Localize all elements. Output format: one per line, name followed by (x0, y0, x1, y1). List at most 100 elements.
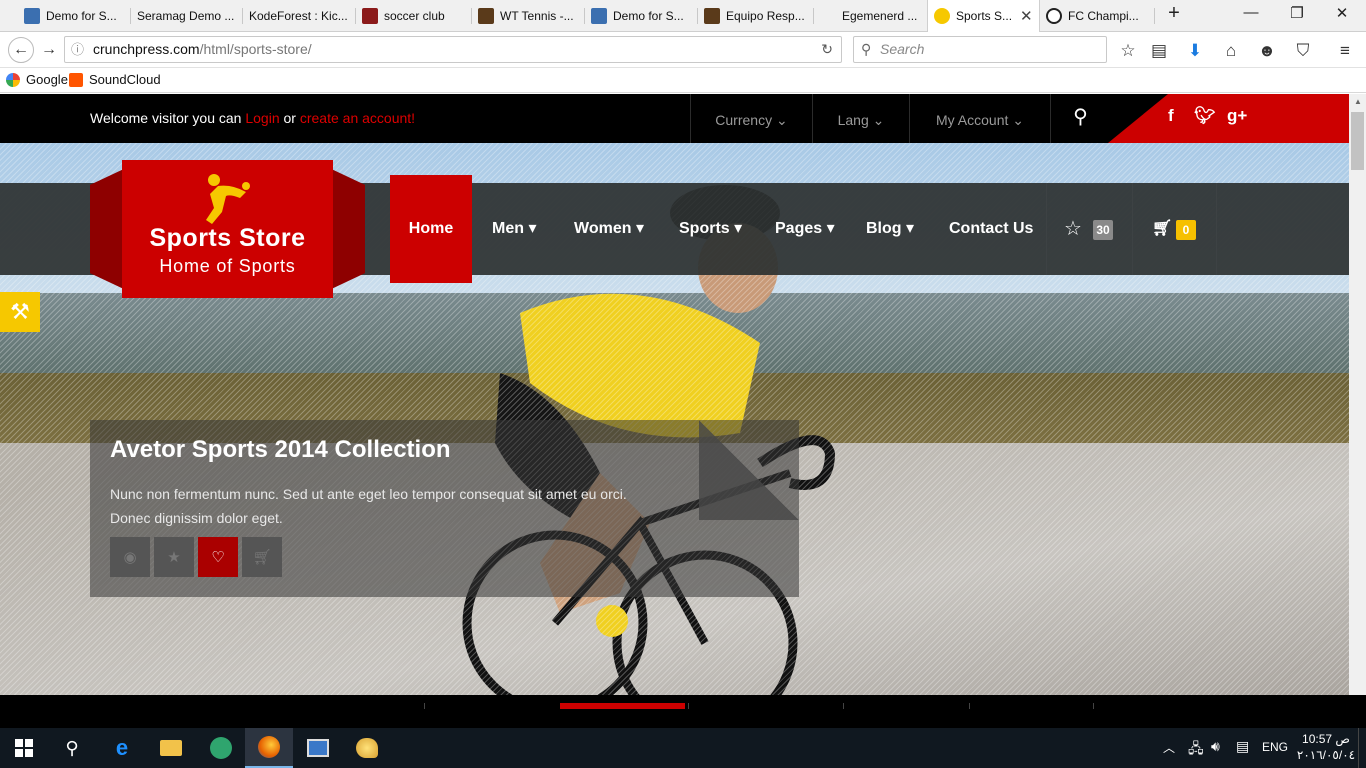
style-switcher-button[interactable]: ⚒ (0, 292, 40, 332)
window-close-button[interactable]: ✕ (1327, 4, 1357, 22)
facebook-icon[interactable]: f (1168, 106, 1174, 126)
my-account-dropdown[interactable]: My Account ⌄ (909, 94, 1050, 143)
wishlist-button[interactable]: ☆ (1064, 183, 1082, 275)
my-account-label: My Account (936, 112, 1009, 128)
browser-tab[interactable]: Equipo Resp... (698, 0, 814, 32)
forward-button[interactable]: → (36, 37, 62, 63)
site-search-button[interactable]: ⚲ (1050, 94, 1110, 143)
reading-list-icon[interactable]: ▤ (1148, 40, 1170, 62)
arrow-right-icon: → (41, 41, 57, 58)
tray-expand-icon[interactable]: ︿ (1163, 739, 1175, 756)
welcome-message: Welcome visitor you can Login or create … (90, 110, 415, 126)
reload-icon[interactable]: ↻ (821, 37, 833, 62)
create-account-link[interactable]: create an account! (300, 110, 415, 126)
close-icon[interactable]: ✕ (1020, 7, 1033, 25)
login-link[interactable]: Login (245, 110, 279, 126)
slider-tick[interactable] (424, 703, 425, 709)
page-scrollbar[interactable]: ▲ (1349, 94, 1366, 695)
rate-button[interactable]: ★ (154, 537, 194, 577)
nav-contact-us[interactable]: Contact Us (949, 183, 1033, 275)
taskbar-search-button[interactable]: ⚲ (48, 728, 96, 768)
address-bar[interactable]: ⓘ crunchpress.com/html/sports-store/ ↻ (64, 36, 842, 63)
volume-icon[interactable]: 🔊︎ (1211, 738, 1220, 755)
browser-tab[interactable]: WT Tennis -... (472, 0, 585, 32)
tools-icon: ⚒ (10, 299, 30, 324)
browser-tab[interactable]: FC Champi... (1040, 0, 1155, 32)
heart-icon: ♡ (211, 549, 225, 566)
nav-pages[interactable]: Pages ▾ (775, 183, 835, 275)
clock-date: ٢٠١٦/٠٥/٠٤ (1296, 748, 1356, 762)
windows-logo-icon (15, 739, 33, 757)
site-logo[interactable]: Sports Store Home of Sports (90, 160, 365, 298)
scroll-up-icon[interactable]: ▲ (1354, 97, 1362, 106)
nav-label: Women (574, 220, 632, 237)
site-favicon-icon (934, 8, 950, 24)
site-favicon-icon (478, 8, 494, 24)
browser-tab[interactable]: KodeForest : Kic... (243, 0, 356, 32)
app-button[interactable] (294, 728, 342, 768)
new-tab-button[interactable]: + (1159, 2, 1189, 25)
minimize-button[interactable]: — (1236, 4, 1266, 21)
slide-text: Nunc non fermentum nunc. Sed ut ante ege… (110, 486, 627, 526)
search-icon: ⚲ (65, 737, 79, 758)
slider-tick[interactable] (688, 703, 689, 709)
show-desktop-button[interactable] (1358, 728, 1366, 768)
start-button[interactable] (0, 728, 48, 768)
app-button[interactable] (197, 728, 245, 768)
cart-button[interactable]: 🛒︎ (1152, 183, 1172, 275)
nav-blog[interactable]: Blog ▾ (866, 183, 914, 275)
lang-label: Lang (837, 112, 869, 128)
pocket-icon[interactable]: ⛉ (1292, 40, 1314, 62)
search-input[interactable]: ⚲ Search (853, 36, 1107, 63)
restore-button[interactable]: ❐ (1282, 4, 1312, 22)
nav-label: Men (492, 220, 524, 237)
browser-tab[interactable]: Egemenerd ... (814, 0, 927, 32)
nav-women[interactable]: Women ▾ (574, 183, 644, 275)
file-explorer-app-button[interactable] (147, 728, 195, 768)
browser-tab[interactable]: Seramag Demo ... (131, 0, 243, 32)
edge-app-button[interactable]: e (98, 728, 146, 768)
menu-icon[interactable]: ≡ (1334, 40, 1356, 62)
logo-subtitle: Home of Sports (159, 256, 296, 276)
download-icon[interactable]: ⬇ (1184, 40, 1206, 62)
scrollbar-thumb[interactable] (1351, 112, 1364, 170)
firefox-app-button[interactable] (245, 728, 293, 768)
browser-tab-active[interactable]: Sports S... ✕ (927, 0, 1040, 32)
browser-tab[interactable]: Demo for S... (18, 0, 131, 32)
url-host: crunchpress.com (93, 41, 200, 57)
nav-home[interactable]: Home (390, 175, 472, 283)
slider-tick[interactable] (843, 703, 844, 709)
bookmark-google[interactable]: Google (6, 72, 68, 87)
nav-sports[interactable]: Sports ▾ (679, 183, 742, 275)
home-icon[interactable]: ⌂ (1220, 40, 1242, 62)
view-button[interactable]: ◉ (110, 537, 150, 577)
caret-down-icon: ▾ (528, 220, 537, 237)
twitter-icon[interactable]: 🐦︎ (1194, 106, 1216, 126)
top-strip: Welcome visitor you can Login or create … (0, 94, 1349, 143)
add-to-cart-button[interactable]: 🛒︎ (242, 537, 282, 577)
notification-message-icon[interactable]: ▤ (1236, 738, 1249, 755)
chat-icon[interactable]: ☻ (1256, 40, 1278, 62)
google-plus-icon[interactable]: g+ (1227, 106, 1247, 126)
bookmark-star-icon[interactable]: ☆ (1117, 40, 1139, 62)
browser-tab[interactable]: soccer club (356, 0, 472, 32)
site-favicon-icon (591, 8, 607, 24)
network-icon[interactable]: 🖧︎ (1188, 738, 1204, 762)
back-button[interactable]: ← (8, 37, 34, 63)
star-icon: ☆ (1064, 218, 1082, 240)
nav-men[interactable]: Men ▾ (492, 183, 536, 275)
social-links: f 🐦︎ g+ (1108, 94, 1349, 143)
system-clock[interactable]: 10:57 ص ٢٠١٦/٠٥/٠٤ (1296, 731, 1356, 763)
paint-app-button[interactable] (343, 728, 391, 768)
soundcloud-icon (69, 72, 83, 87)
input-language[interactable]: ENG (1262, 740, 1288, 754)
slider-active-indicator[interactable] (560, 703, 685, 709)
browser-tab[interactable]: Demo for S... (585, 0, 698, 32)
currency-dropdown[interactable]: Currency ⌄ (690, 94, 812, 143)
windows-taskbar: ⚲ e ︿ 🖧︎ 🔊︎ ▤ ENG 10:57 ص ٢٠١٦/٠٥/٠٤ (0, 728, 1366, 768)
wishlist-add-button[interactable]: ♡ (198, 537, 238, 577)
slider-tick[interactable] (1093, 703, 1094, 709)
slider-tick[interactable] (969, 703, 970, 709)
lang-dropdown[interactable]: Lang ⌄ (812, 94, 909, 143)
bookmark-soundcloud[interactable]: SoundCloud (69, 72, 161, 87)
